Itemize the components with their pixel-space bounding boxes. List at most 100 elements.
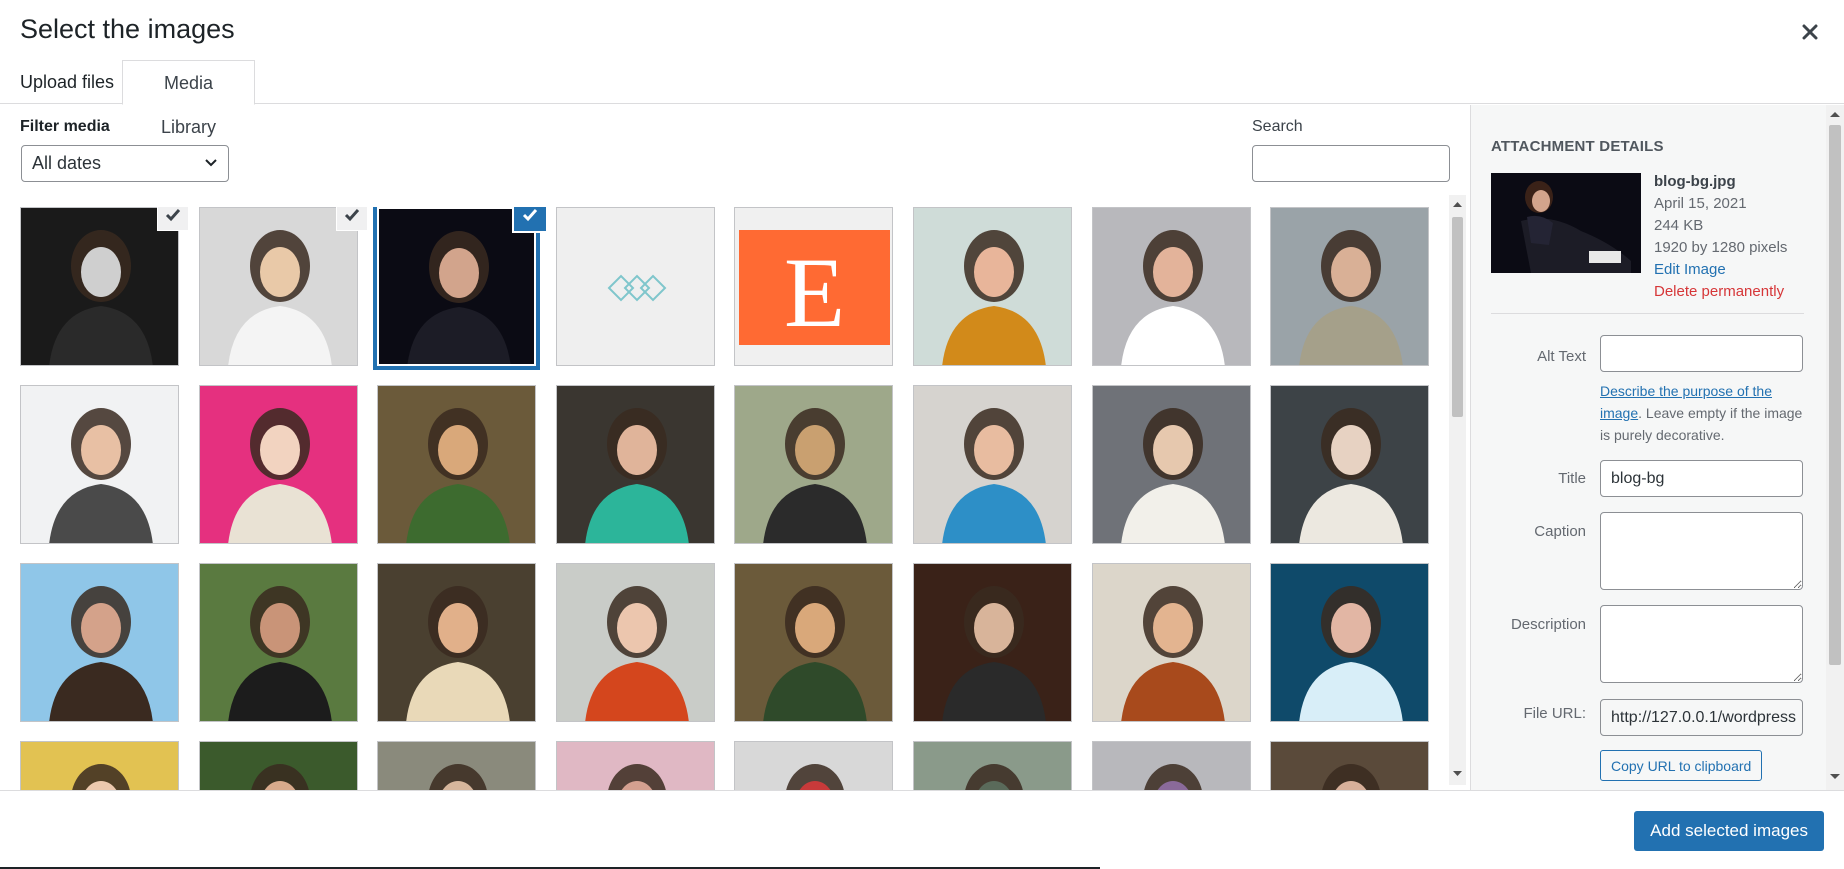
caption-textarea[interactable] — [1600, 512, 1803, 590]
checkmark-icon — [165, 209, 181, 222]
attachment-orange-coat[interactable] — [555, 563, 715, 722]
thumbnail-image — [378, 564, 536, 721]
attachment-water-dress[interactable] — [1091, 385, 1251, 544]
file-url-input[interactable] — [1600, 699, 1803, 736]
tab-upload-files[interactable]: Upload files — [6, 60, 128, 104]
attachment-smiling-brunette[interactable] — [1091, 207, 1251, 366]
thumbnail-image — [21, 386, 178, 543]
thumbnail-image — [914, 742, 1071, 790]
add-selected-images-button[interactable]: Add selected images — [1634, 811, 1824, 851]
attachment-bicycle[interactable] — [734, 741, 894, 790]
attachment-redhead-freckles[interactable] — [913, 207, 1072, 366]
attachment-forest-sitting[interactable] — [734, 563, 894, 722]
thumbnail-image — [379, 209, 535, 364]
delete-permanently-link[interactable]: Delete permanently — [1654, 281, 1787, 303]
attachment-park[interactable] — [913, 741, 1072, 790]
thumbnail-image — [1092, 208, 1250, 365]
attachment-fringe-jacket[interactable] — [1091, 563, 1251, 722]
thumbnail-image — [1092, 742, 1250, 790]
thumbnail-image — [556, 564, 714, 721]
description-textarea[interactable] — [1600, 605, 1803, 683]
date-filter-select[interactable]: All dates — [21, 145, 229, 182]
thumbnail-image — [735, 564, 893, 721]
close-button[interactable] — [1796, 18, 1824, 46]
attachment-golden-hair[interactable] — [377, 563, 537, 722]
scroll-up-icon[interactable] — [1826, 107, 1844, 121]
search-input[interactable] — [1252, 145, 1450, 182]
attachment-yellow-wall[interactable] — [20, 741, 179, 790]
attachment-lying-water[interactable] — [1270, 385, 1430, 544]
thumbnail-image — [1271, 564, 1429, 721]
deselect-checkbox[interactable] — [335, 207, 368, 231]
scroll-up-icon[interactable] — [1449, 197, 1466, 211]
attachment-curly-blue[interactable] — [913, 385, 1072, 544]
attachment-autumn-hat[interactable] — [913, 563, 1072, 722]
alt-text-input[interactable] — [1600, 335, 1803, 372]
media-toolbar: Add selected images — [0, 790, 1844, 869]
attachment-blonde-woman-portrait[interactable] — [195, 207, 361, 369]
attachment-pink-background[interactable] — [555, 741, 715, 790]
title-input[interactable] — [1600, 460, 1803, 497]
attachment-curly-street[interactable] — [1270, 207, 1430, 366]
thumbnail-image — [1271, 208, 1429, 365]
thumbnail-image — [199, 564, 357, 721]
attachment-two-women[interactable] — [1270, 741, 1430, 790]
thumbnail-image — [21, 564, 178, 721]
attachment-forest-hat[interactable] — [377, 385, 537, 544]
attachment-leaves-brunette[interactable] — [198, 563, 358, 722]
attachment-trees-blur[interactable] — [377, 741, 537, 790]
file-url-label: File URL: — [1523, 705, 1586, 722]
checkmark-icon — [523, 209, 538, 222]
attachment-details-heading: ATTACHMENT DETAILS — [1491, 138, 1664, 155]
date-filter-value: All dates — [32, 153, 102, 173]
deselect-checkbox[interactable] — [157, 207, 189, 231]
thumbnail-image — [556, 742, 714, 790]
deselect-checkbox[interactable] — [514, 207, 547, 231]
attachment-blog-bg[interactable] — [377, 207, 537, 366]
alt-text-label: Alt Text — [1537, 348, 1586, 365]
attachment-info: blog-bg.jpg April 15, 2021 244 KB 1920 b… — [1654, 171, 1787, 303]
thumbnail-image — [556, 386, 714, 543]
sidebar-scrollbar-thumb[interactable] — [1829, 125, 1841, 665]
attachment-date: April 15, 2021 — [1654, 195, 1747, 212]
attachment-e-logo[interactable]: E — [734, 207, 894, 366]
thumbnail-image — [21, 208, 178, 365]
attachments-grid: E — [20, 207, 1430, 790]
attachment-diamonds-logo[interactable] — [555, 207, 715, 366]
attachment-thumbnail — [1491, 173, 1641, 273]
attachment-sky-arm[interactable] — [20, 563, 179, 722]
media-browser: Filter media All dates Search E — [0, 105, 1470, 790]
title-label: Title — [1558, 470, 1586, 487]
thumbnail-image — [1092, 386, 1250, 543]
grid-scrollbar-thumb[interactable] — [1452, 217, 1463, 417]
media-tabs: Upload files Media Library — [0, 60, 1844, 137]
thumbnail-image — [378, 386, 536, 543]
scroll-down-icon[interactable] — [1826, 770, 1844, 784]
attachment-striped-shirt[interactable] — [20, 385, 179, 544]
thumbnail-image — [21, 742, 178, 790]
sidebar-scrollbar[interactable] — [1826, 105, 1844, 790]
scroll-down-icon[interactable] — [1449, 767, 1466, 781]
copy-url-button[interactable]: Copy URL to clipboard — [1600, 750, 1763, 781]
attachment-hat-back[interactable] — [734, 385, 894, 544]
attachment-woman-black-white[interactable] — [20, 207, 182, 369]
tab-media-library[interactable]: Media Library — [122, 60, 255, 137]
search-label: Search — [1252, 118, 1303, 135]
attachment-winter-hat[interactable] — [1091, 741, 1251, 790]
caption-label: Caption — [1534, 523, 1586, 540]
chevron-down-icon — [205, 159, 217, 167]
attachment-painted-hands[interactable] — [555, 385, 715, 544]
svg-text:E: E — [784, 237, 845, 348]
thumbnail-image — [1271, 386, 1429, 543]
grid-scrollbar[interactable] — [1449, 195, 1466, 785]
thumbnail-image — [735, 742, 893, 790]
thumbnail-image — [378, 742, 536, 790]
edit-image-link[interactable]: Edit Image — [1654, 259, 1787, 281]
attachment-dimensions: 1920 by 1280 pixels — [1654, 239, 1788, 256]
attachment-blue-shirt[interactable] — [1270, 563, 1430, 722]
attachment-green-foliage[interactable] — [198, 741, 358, 790]
attachment-filesize: 244 KB — [1654, 217, 1704, 234]
thumbnail-image — [199, 386, 357, 543]
attachment-pink-flowers-hat[interactable] — [198, 385, 358, 544]
thumbnail-image — [199, 208, 357, 365]
